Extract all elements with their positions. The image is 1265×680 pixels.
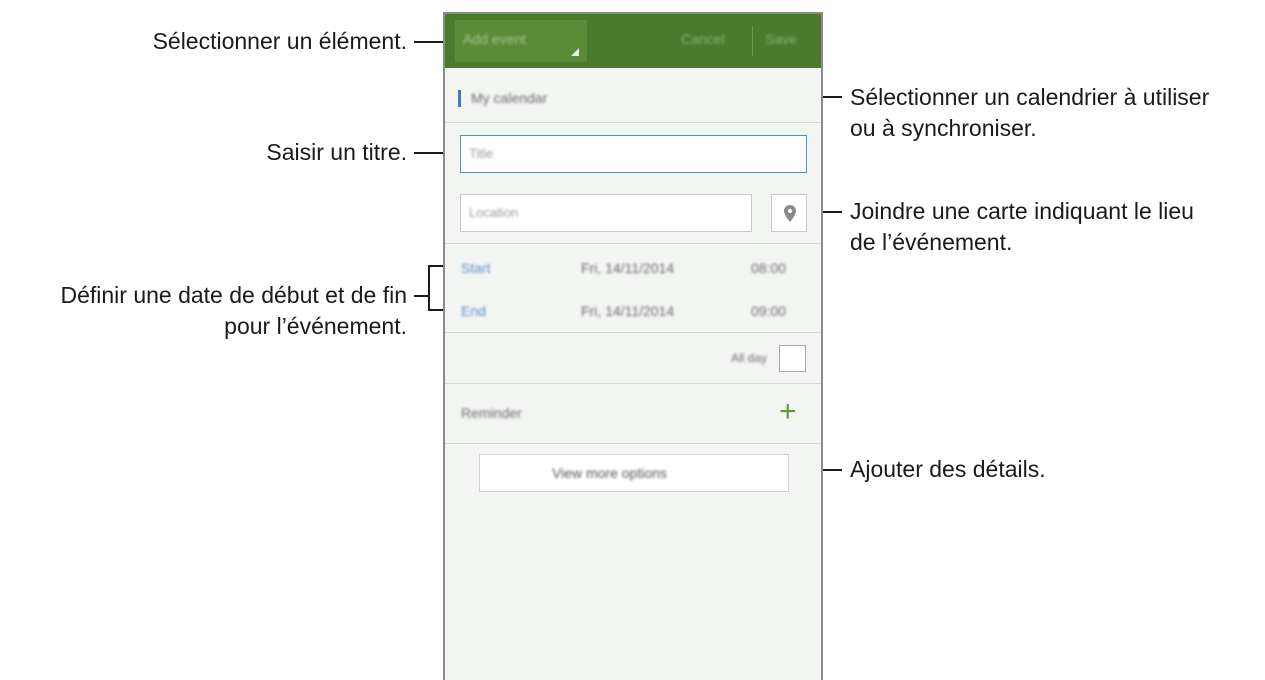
action-bar: Add event Cancel Save: [445, 14, 821, 68]
divider: [445, 332, 821, 333]
phone-screen: Add event Cancel Save My calendar Title …: [443, 12, 823, 680]
dropdown-corner-icon: [571, 48, 579, 56]
annotation-select-calendar-line2: ou à synchroniser.: [850, 115, 1037, 141]
annotation-select-calendar-line1: Sélectionner un calendrier à utiliser: [850, 84, 1210, 110]
calendar-selector[interactable]: My calendar: [471, 90, 547, 106]
end-label: End: [461, 303, 486, 319]
event-type-dropdown[interactable]: Add event: [455, 20, 587, 62]
start-time[interactable]: 08:00: [751, 260, 786, 276]
all-day-checkbox[interactable]: [779, 345, 806, 372]
annotation-attach-map: Joindre une carte indiquant le lieu de l…: [850, 196, 1194, 258]
plus-icon: +: [779, 395, 797, 428]
annotation-attach-map-line2: de l’événement.: [850, 229, 1013, 255]
divider: [445, 443, 821, 444]
annotation-add-details: Ajouter des détails.: [850, 456, 1046, 482]
location-input[interactable]: Location: [460, 194, 752, 232]
add-reminder-button[interactable]: +: [779, 397, 797, 427]
save-button[interactable]: Save: [765, 31, 797, 47]
title-placeholder: Title: [469, 146, 494, 161]
divider: [445, 383, 821, 384]
start-label: Start: [461, 260, 491, 276]
action-bar-separator: [752, 26, 753, 56]
start-date[interactable]: Fri, 14/11/2014: [581, 260, 674, 276]
all-day-label: All day: [731, 351, 768, 365]
cancel-button[interactable]: Cancel: [681, 31, 725, 47]
annotation-set-dates-line1: Définir une date de début et de fin: [60, 282, 407, 308]
annotation-enter-title: Saisir un titre.: [266, 139, 407, 165]
map-button[interactable]: [771, 194, 807, 232]
annotation-select-item: Sélectionner un élément.: [152, 28, 407, 54]
divider: [445, 243, 821, 244]
event-type-label: Add event: [463, 31, 527, 47]
end-date[interactable]: Fri, 14/11/2014: [581, 303, 674, 319]
end-time[interactable]: 09:00: [751, 303, 786, 319]
annotation-select-calendar: Sélectionner un calendrier à utiliser ou…: [850, 82, 1209, 144]
title-input[interactable]: Title: [460, 135, 807, 173]
location-placeholder: Location: [469, 205, 519, 220]
annotation-set-dates-line2: pour l’événement.: [224, 313, 407, 339]
annotation-set-dates: Définir une date de début et de fin pour…: [60, 280, 407, 342]
map-pin-icon: [784, 205, 796, 222]
divider: [445, 122, 821, 123]
leader-line-dates-stub: [414, 295, 428, 297]
view-more-options-label: View more options: [552, 465, 667, 481]
calendar-color-marker: [458, 90, 461, 107]
view-more-options-button[interactable]: View more options: [479, 454, 789, 492]
reminder-label: Reminder: [461, 405, 522, 421]
annotation-attach-map-line1: Joindre une carte indiquant le lieu: [850, 198, 1194, 224]
